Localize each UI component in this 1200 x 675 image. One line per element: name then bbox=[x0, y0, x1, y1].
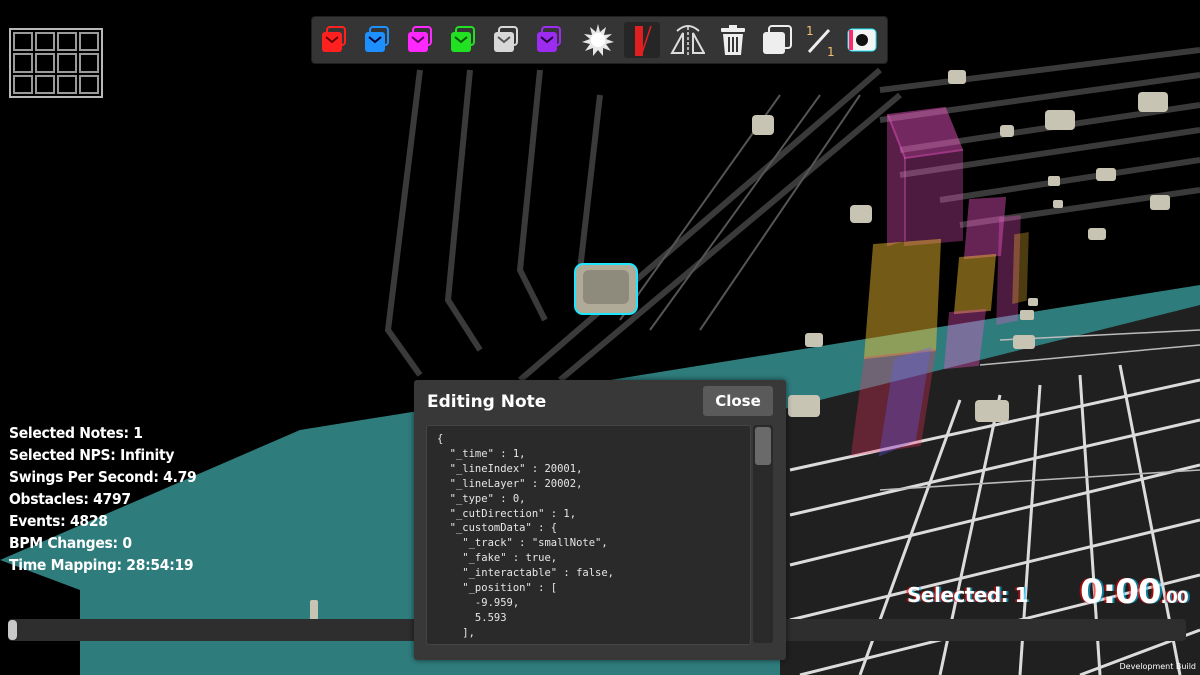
note-json-text[interactable]: { "_time" : 1, "_lineIndex" : 20001, "_l… bbox=[427, 426, 750, 641]
editing-note-dialog: Editing Note Close { "_time" : 1, "_line… bbox=[414, 380, 786, 660]
time-mapping-stat: Time Mapping: 28:54:19 bbox=[9, 556, 194, 574]
selected-notes-stat: Selected Notes: 1 bbox=[9, 424, 143, 442]
events-stat: Events: 4828 bbox=[9, 512, 108, 530]
editor-scrollbar[interactable] bbox=[753, 425, 773, 643]
delete-tool[interactable] bbox=[715, 22, 751, 58]
purple-note-tool[interactable] bbox=[531, 22, 567, 58]
swings-per-second-stat: Swings Per Second: 4.79 bbox=[9, 468, 197, 486]
magenta-note-tool[interactable] bbox=[402, 22, 438, 58]
mirror-tool[interactable] bbox=[669, 22, 705, 58]
close-button[interactable]: Close bbox=[703, 386, 773, 416]
precision-tool[interactable]: 11 bbox=[802, 22, 838, 58]
dialog-title: Editing Note bbox=[427, 392, 547, 412]
timer-ms: .00 bbox=[1160, 588, 1189, 608]
green-note-icon bbox=[451, 26, 475, 52]
bpm-changes-stat: BPM Changes: 0 bbox=[9, 534, 132, 552]
blue-note-tool[interactable] bbox=[359, 22, 395, 58]
white-note-icon bbox=[494, 26, 518, 52]
scrollbar-thumb[interactable] bbox=[755, 427, 771, 465]
selected-note-cube[interactable] bbox=[574, 263, 638, 315]
color-toggle-tool[interactable] bbox=[844, 22, 880, 58]
wall-tool[interactable] bbox=[624, 22, 660, 58]
note-json-editor[interactable]: { "_time" : 1, "_lineIndex" : 20001, "_l… bbox=[426, 425, 751, 645]
blue-note-icon bbox=[365, 26, 389, 52]
trash-icon bbox=[721, 25, 745, 55]
dot-icon bbox=[847, 28, 877, 52]
placement-toolbar: 11 bbox=[312, 17, 887, 63]
magenta-note-icon bbox=[408, 26, 432, 52]
fraction-icon: 11 bbox=[806, 24, 835, 58]
white-note-tool[interactable] bbox=[488, 22, 524, 58]
bomb-tool[interactable] bbox=[580, 22, 616, 58]
fraction-top: 1 bbox=[806, 24, 814, 38]
timer-main: 0:00 bbox=[1080, 572, 1162, 612]
green-note-tool[interactable] bbox=[445, 22, 481, 58]
map-statistics: Selected Notes: 1 Selected NPS: Infinity… bbox=[9, 422, 197, 576]
selected-count: Selected: 1 bbox=[907, 583, 1029, 607]
copy-icon bbox=[763, 25, 792, 54]
red-note-icon bbox=[322, 26, 346, 52]
lane-grid-indicator[interactable] bbox=[9, 28, 103, 98]
bomb-icon bbox=[582, 24, 614, 56]
red-note-tool[interactable] bbox=[316, 22, 352, 58]
selected-nps-stat: Selected NPS: Infinity bbox=[9, 446, 175, 464]
copy-tool[interactable] bbox=[759, 22, 795, 58]
obstacles-stat: Obstacles: 4797 bbox=[9, 490, 131, 508]
fraction-bottom: 1 bbox=[827, 45, 835, 58]
purple-note-icon bbox=[537, 26, 561, 52]
development-build-label: Development Build bbox=[1119, 662, 1196, 671]
timeline-handle[interactable] bbox=[8, 620, 17, 640]
mirror-icon bbox=[670, 25, 705, 55]
wall-icon bbox=[635, 25, 652, 57]
song-timer: 0:00.00 bbox=[1080, 572, 1189, 612]
